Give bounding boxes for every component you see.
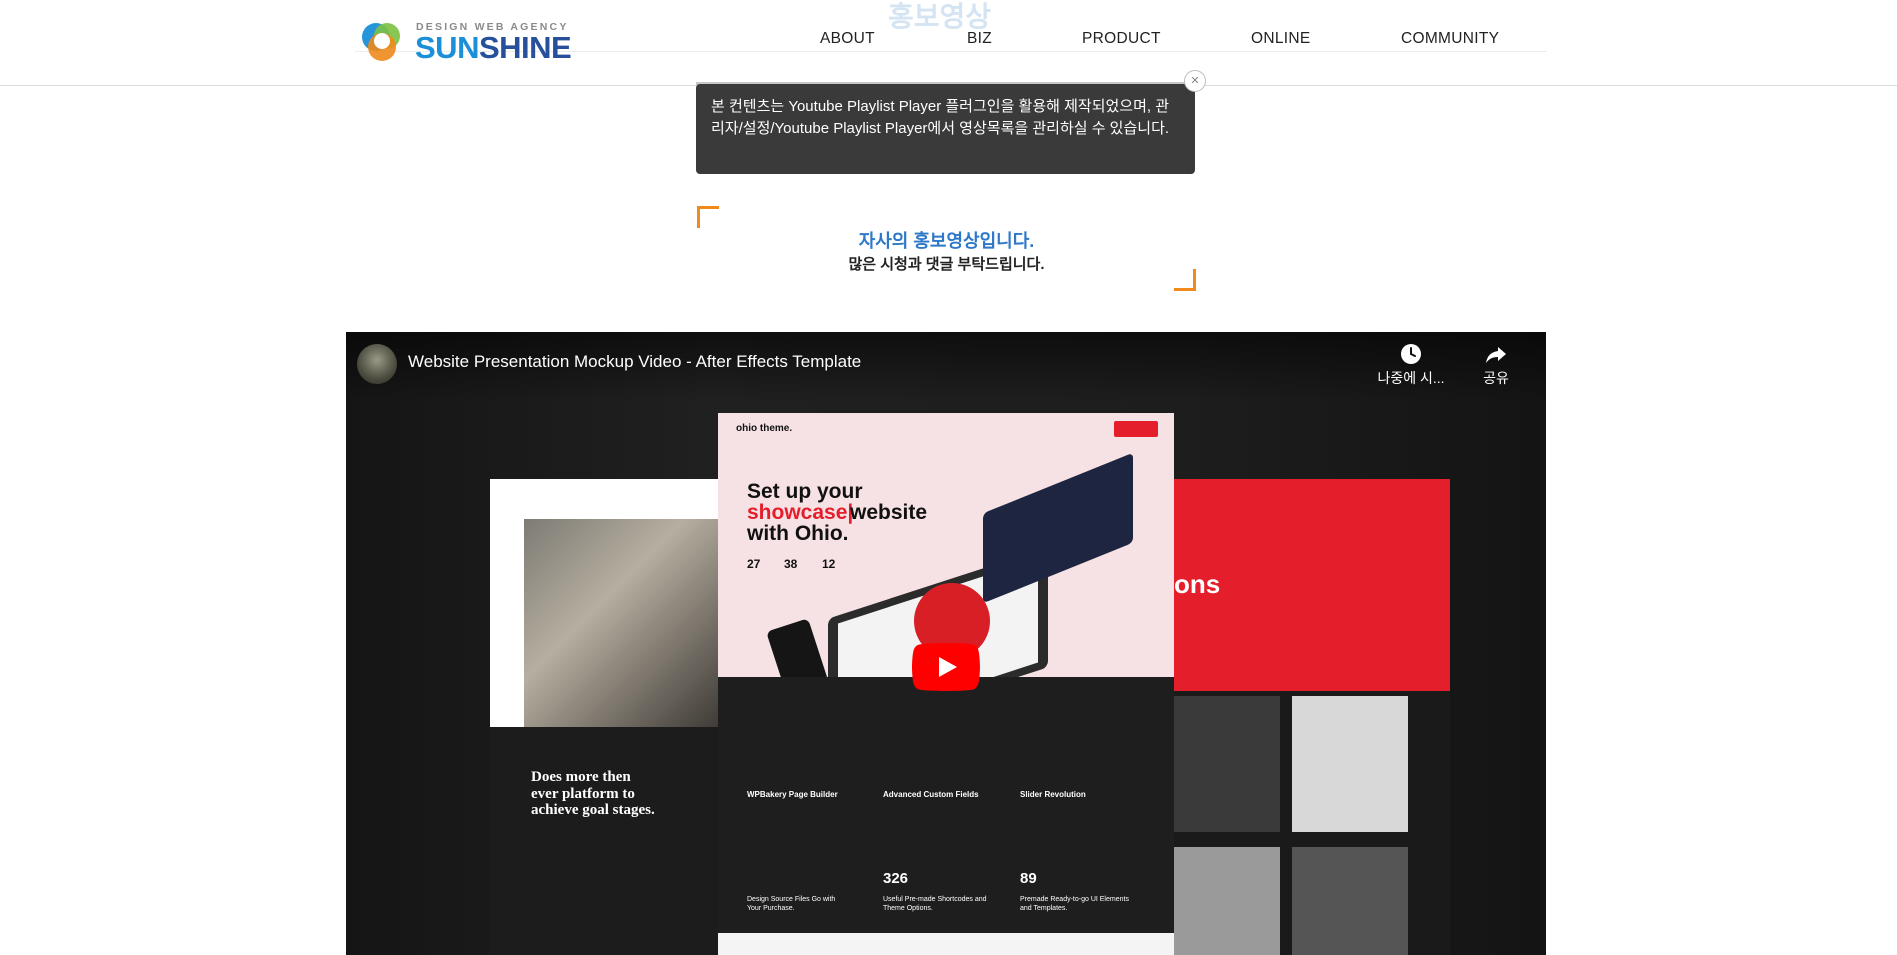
mockup-stat: 12: [822, 557, 836, 571]
mockup-bottom-number-1: 326: [883, 870, 909, 887]
mockup-feature-1: WPBakery Page Builder: [747, 790, 838, 799]
nav-item-biz[interactable]: BIZ: [967, 30, 992, 48]
mockup-heading-line3: website: [850, 501, 928, 524]
mockup-tile: [1174, 847, 1280, 955]
mockup-bottom-text-2: Useful Pre-made Shortcodes and Theme Opt…: [883, 896, 987, 912]
mockup-left-page: Does more then ever platform to achieve …: [490, 479, 718, 955]
share-button[interactable]: 공유: [1474, 342, 1518, 388]
mockup-tile: [1174, 696, 1280, 832]
mockup-tile: [1292, 696, 1408, 832]
mockup-stat: 38: [784, 557, 798, 571]
mockup-tablet: [983, 452, 1133, 604]
watch-later-button[interactable]: 나중에 시...: [1376, 342, 1446, 388]
mockup-right-page: ons: [1174, 479, 1450, 955]
nav-item-community[interactable]: COMMUNITY: [1401, 30, 1499, 48]
nav-item-online[interactable]: ONLINE: [1251, 30, 1311, 48]
mockup-right-heading: ons: [1174, 569, 1221, 599]
mockup-bottom-text-3: Premade Ready-to-go UI Elements and Temp…: [1020, 896, 1129, 912]
tooltip-close-button[interactable]: ✕: [1184, 70, 1206, 92]
share-icon: [1486, 347, 1506, 363]
mockup-feature-2: Advanced Custom Fields: [883, 790, 979, 799]
youtube-play-icon[interactable]: [912, 643, 980, 691]
share-label: 공유: [1483, 370, 1509, 386]
youtube-video-player[interactable]: Does more then ever platform to achieve …: [346, 332, 1546, 955]
logo-wordmark-part2: SHINE: [478, 30, 572, 65]
corner-bracket-bottom-right: [1174, 269, 1196, 291]
plugin-notice-tooltip: 본 컨텐츠는 Youtube Playlist Player 플러그인을 활용해…: [696, 84, 1195, 174]
nav-item-about[interactable]: ABOUT: [820, 30, 875, 48]
mockup-footer-bar: [718, 933, 1174, 955]
logo-mark-icon: [362, 23, 400, 61]
mockup-bottom-number-2: 89: [1020, 870, 1037, 887]
ghost-page-title: 홍보영상: [888, 1, 992, 32]
tooltip-text: 본 컨텐츠는 Youtube Playlist Player 플러그인을 활용해…: [711, 98, 1170, 137]
intro-heading: 자사의 홍보영상입니다.: [858, 231, 1035, 251]
video-title[interactable]: Website Presentation Mockup Video - Afte…: [408, 352, 861, 372]
logo-wordmark: SUNSHINE: [415, 30, 572, 66]
mockup-team-photo: [524, 519, 718, 727]
site-header: DESIGN WEB AGENCY SUNSHINE 홍보영상 ABOUT BI…: [0, 0, 1897, 86]
mockup-bottom-text-1: Design Source Files Go with Your Purchas…: [747, 896, 836, 912]
close-icon: ✕: [1190, 75, 1200, 87]
nav-item-product[interactable]: PRODUCT: [1082, 30, 1161, 48]
corner-bracket-top-left: [697, 206, 719, 228]
channel-avatar[interactable]: [357, 344, 397, 384]
intro-subtext: 많은 시청과 댓글 부탁드립니다.: [848, 256, 1045, 273]
mockup-buy-button: [1114, 421, 1158, 437]
mockup-brand: ohio theme.: [736, 423, 793, 434]
watch-later-label: 나중에 시...: [1377, 370, 1445, 386]
mockup-stat: 27: [747, 557, 761, 571]
mockup-heading-line4: with Ohio.: [747, 522, 849, 545]
logo-wordmark-part1: SUN: [415, 30, 479, 65]
mockup-left-heading: Does more then ever platform to achieve …: [531, 769, 655, 818]
mockup-feature-3: Slider Revolution: [1020, 790, 1086, 799]
mockup-tile: [1292, 847, 1408, 955]
site-logo[interactable]: DESIGN WEB AGENCY SUNSHINE: [358, 16, 572, 68]
clock-icon: [1401, 344, 1421, 364]
mockup-dark-section: [718, 677, 1174, 955]
